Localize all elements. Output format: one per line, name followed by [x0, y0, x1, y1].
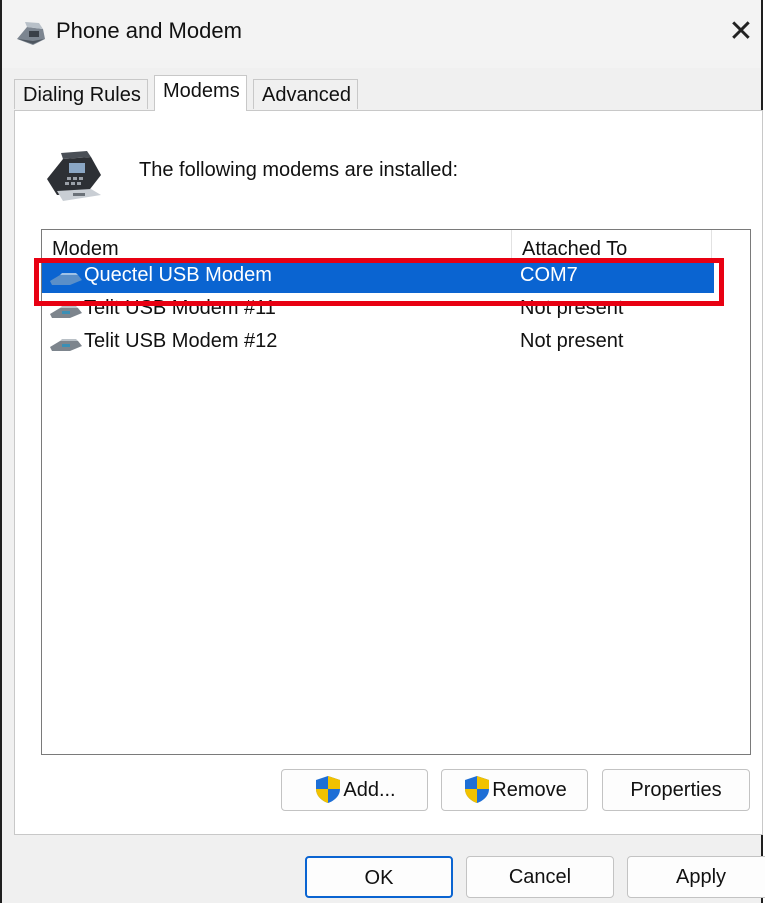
add-button-label: Add... — [343, 779, 396, 801]
ok-button[interactable]: OK — [305, 856, 453, 898]
modem-row[interactable]: Telit USB Modem #12 Not present — [42, 326, 714, 359]
telephone-icon — [43, 149, 105, 205]
window-title: Phone and Modem — [56, 18, 242, 43]
apply-button[interactable]: Apply — [627, 856, 765, 898]
intro-label: The following modems are installed: — [139, 159, 459, 181]
tab-dialing-rules[interactable]: Dialing Rules — [14, 79, 148, 109]
remove-button[interactable]: Remove — [441, 769, 588, 811]
dialog-footer: OK Cancel Apply — [2, 835, 765, 903]
annotation-highlight-box — [34, 258, 724, 306]
attached-to: Not present — [520, 330, 624, 352]
column-header-attached-to[interactable]: Attached To — [512, 230, 712, 260]
phone-modem-icon — [15, 19, 47, 47]
remove-button-label: Remove — [492, 779, 567, 801]
add-button[interactable]: Add... — [281, 769, 428, 811]
uac-shield-icon — [462, 774, 492, 804]
close-button[interactable]: ✕ — [723, 12, 759, 52]
uac-shield-icon — [313, 774, 343, 804]
column-header-modem[interactable]: Modem — [42, 230, 512, 260]
tab-modems[interactable]: Modems — [154, 75, 247, 111]
tab-advanced[interactable]: Advanced — [253, 79, 358, 109]
modems-listview[interactable]: Modem Attached To Quectel USB Modem COM7 — [41, 229, 751, 755]
modems-tab-panel: The following modems are installed: Mode… — [14, 110, 763, 835]
cancel-button[interactable]: Cancel — [466, 856, 614, 898]
close-icon: ✕ — [728, 15, 754, 48]
phone-and-modem-dialog: Phone and Modem ✕ Dialing Rules Modems A… — [0, 0, 765, 903]
title-bar: Phone and Modem ✕ — [2, 0, 761, 68]
modem-name: Telit USB Modem #12 — [84, 330, 278, 352]
listview-header: Modem Attached To — [42, 230, 750, 260]
modem-icon — [48, 336, 84, 352]
properties-button[interactable]: Properties — [602, 769, 750, 811]
